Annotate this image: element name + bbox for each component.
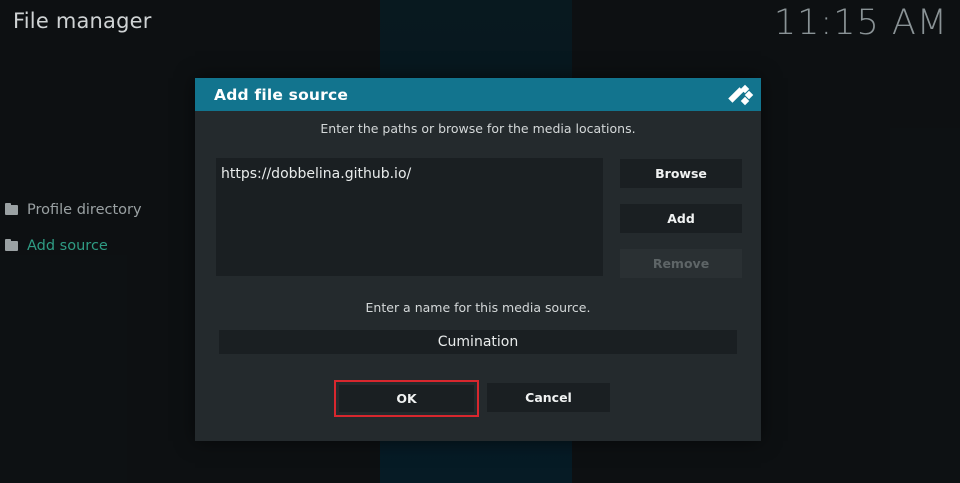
sidebar-item-add-source[interactable]: Add source [5,235,142,257]
sidebar-item-label: Profile directory [27,202,142,218]
paths-hint: Enter the paths or browse for the media … [320,121,636,136]
source-name-field[interactable]: Cumination [219,330,737,354]
sidebar-item-label: Add source [27,238,108,254]
dialog-title: Add file source [214,85,349,104]
clock: 11:15 AM [773,3,948,43]
path-item[interactable]: https://dobbelina.github.io/ [221,166,598,182]
add-button[interactable]: Add [620,204,742,233]
ok-button[interactable]: OK [334,380,479,417]
path-list[interactable]: https://dobbelina.github.io/ [216,158,603,276]
dialog-header: Add file source [195,78,761,111]
browse-button[interactable]: Browse [620,159,742,188]
folder-icon [5,203,18,215]
add-file-source-dialog: Add file source Enter the paths or brows… [195,78,761,441]
ok-button-label: OK [339,385,474,412]
remove-button[interactable]: Remove [620,249,742,278]
sidebar-item-profile-directory[interactable]: Profile directory [5,199,142,221]
kodi-logo-icon[interactable] [728,83,754,107]
name-hint: Enter a name for this media source. [365,300,591,315]
folder-icon [5,239,18,251]
cancel-button[interactable]: Cancel [487,383,610,412]
page-title: File manager [13,9,152,33]
sidebar: Profile directory Add source [5,199,142,271]
